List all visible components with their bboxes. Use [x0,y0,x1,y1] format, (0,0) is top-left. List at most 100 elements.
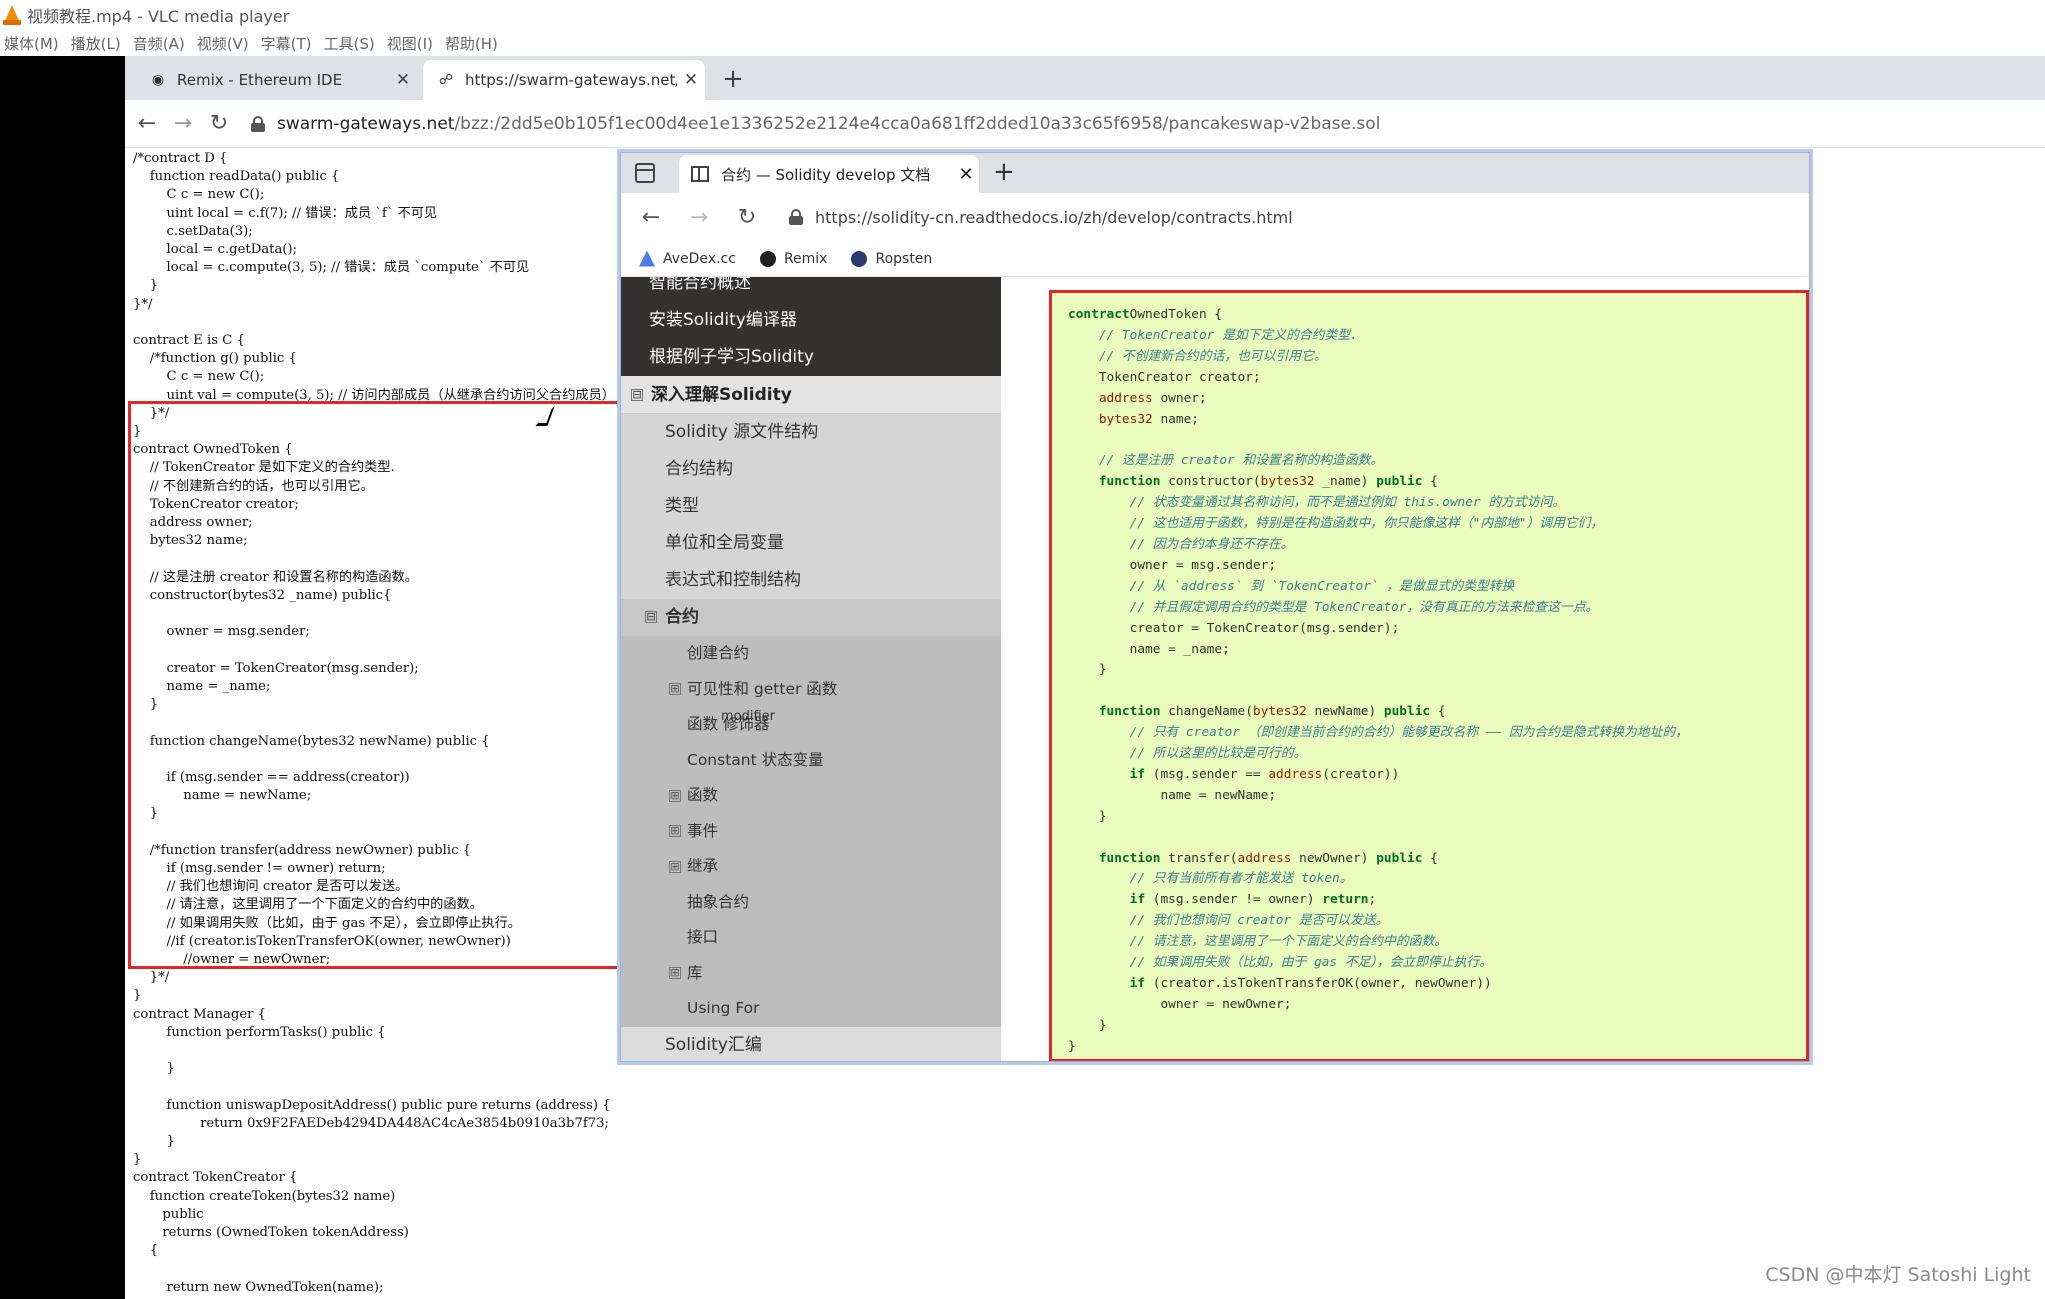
expand-icon[interactable]: ⊞ [669,789,681,802]
expand-icon[interactable]: ⊞ [669,860,681,873]
code-token: name; [1152,411,1199,427]
code-token: bytes32 [1260,474,1315,490]
nav-topic-item[interactable]: 创建合约 [621,636,1001,672]
nav-current-label: 合约 [665,607,699,627]
docs-address-bar[interactable]: https://solidity-cn.readthedocs.io/zh/de… [789,208,1293,227]
nav-topic-label: 继承 [687,857,719,875]
collapse-icon[interactable]: ⊟ [645,611,657,623]
tab-solidity-docs[interactable]: 合约 — Solidity develop 文档 ✕ [679,155,979,193]
code-token: // 如果调用失败（比如，由于 gas 不足），会立即停止执行。 [1068,955,1492,971]
url-path: /bzz:/2dd5e0b105f1ec00d4ee1e1336252e2124… [454,113,1381,134]
nav-subsection-item[interactable]: 表达式和控制结构 [621,562,1001,599]
video-letterbox [0,56,125,1299]
nav-topic-item[interactable]: 函数 修饰器 modifier [621,707,1001,743]
nav-topic-label: 函数 [687,786,719,804]
close-icon[interactable]: ✕ [953,164,979,185]
code-token: // 只有当前所有者才能发送 token。 [1068,871,1353,887]
nav-subsection-item[interactable]: 单位和全局变量 [621,525,1001,562]
code-token: (creator)) [1322,766,1400,782]
remix-icon [759,250,776,267]
nav-item-top[interactable]: 安装Solidity编译器 [621,302,1001,339]
nav-item-contracts[interactable]: ⊟ 合约 [621,599,1001,636]
code-token: // 请注意，这里调用了一个下面定义的合约中的函数。 [1068,934,1448,950]
bookmark-avedex[interactable]: AveDex.cc [639,250,736,267]
code-token: // 因为合约本身还不存在。 [1068,536,1294,552]
code-token: function [1068,704,1161,720]
code-token: // 只有 creator （即创建当前合约的合约）能够更改名称 —— 因为合约… [1068,725,1688,741]
back-arrow-icon[interactable]: ← [129,106,165,142]
reload-icon[interactable]: ↻ [201,106,237,142]
nav-section-label: 深入理解Solidity [651,385,792,405]
reload-icon[interactable]: ↻ [729,199,765,235]
nav-topic-item[interactable]: ⊞ 可见性和 getter 函数 [621,672,1001,708]
new-tab-button[interactable]: + [993,157,1015,187]
nav-subsection-list: Solidity 源文件结构 合约结构 类型 单位和全局变量 表达式和控制结构 [621,414,1001,599]
tab-swarm-gateway[interactable]: ☍ https://swarm-gateways.net/b ✕ [423,60,705,100]
nav-topic-item[interactable]: ⊞ 事件 [621,814,1001,850]
code-token: name = newName; [1068,787,1277,803]
collapse-icon[interactable]: ⊟ [631,389,643,401]
vlc-menu-item[interactable]: 媒体(M) [4,33,59,54]
vlc-title-bar: 视频教程.mp4 - VLC media player [0,0,2045,30]
code-token: name = _name; [1068,641,1230,657]
nav-topic-item[interactable]: Using For [621,991,1001,1027]
code-token: (msg.sender == [1145,766,1269,782]
vlc-menu-item[interactable]: 视图(I) [387,33,433,54]
forward-arrow-icon[interactable]: → [165,106,201,142]
vlc-menu-item[interactable]: 工具(S) [324,33,375,54]
nav-topic-item[interactable]: ⊞ 函数 [621,778,1001,814]
nav-topic-label: 可见性和 getter 函数 [687,679,838,698]
highlight-box-ownedtoken [128,401,671,969]
nav-section-deep-dive[interactable]: ⊟ 深入理解Solidity [621,376,1001,414]
code-token: if [1068,766,1146,782]
nav-topic-item[interactable]: ⊞ 继承 [621,849,1001,885]
ropsten-icon [851,250,868,267]
new-tab-button[interactable]: + [717,64,749,96]
back-arrow-icon[interactable]: ← [633,199,669,235]
remix-icon: ◉ [151,72,165,88]
code-token: bytes32 [1252,704,1307,720]
code-token: owner = msg.sender; [1068,557,1277,573]
bookmarks-bar: AveDex.cc Remix Ropsten [621,241,1809,277]
nav-item-top[interactable]: 智能合约概述 [621,277,1001,302]
forward-arrow-icon[interactable]: → [681,199,717,235]
nav-topic-label: Constant 状态变量 [687,750,824,769]
browser-toolbar: ← → ↻ swarm-gateways.net/bzz:/2dd5e0b105… [125,100,2045,148]
sidebar-toggle-icon[interactable] [635,163,655,183]
nav-topic-item[interactable]: 接口 [621,920,1001,956]
expand-icon[interactable]: ⊞ [669,967,681,979]
bookmark-remix[interactable]: Remix [759,250,827,267]
nav-item-top[interactable]: 根据例子学习Solidity [621,339,1001,376]
nav-topic-item[interactable]: 抽象合约 [621,885,1001,921]
nav-topic-annotation: modifier [721,709,776,724]
code-token: public [1376,850,1423,866]
nav-subsection-item[interactable]: 合约结构 [621,451,1001,488]
vlc-cone-icon [3,5,21,25]
vlc-menu-item[interactable]: 帮助(H) [445,33,498,54]
nav-topic-label: 库 [687,963,703,982]
solidity-docs-window: 合约 — Solidity develop 文档 ✕ + ← → ↻ https… [620,152,1810,1062]
bookmark-label: Ropsten [875,250,933,267]
nav-subsection-item[interactable]: Solidity 源文件结构 [621,414,1001,451]
vlc-menu-item[interactable]: 播放(L) [71,33,121,54]
vlc-menu-item[interactable]: 视频(V) [197,33,249,54]
nav-subsection-item[interactable]: 类型 [621,488,1001,525]
code-token: address [1268,766,1323,782]
lock-icon [789,209,803,225]
docs-tab-bar: 合约 — Solidity develop 文档 ✕ + [621,153,1809,193]
vlc-menu-item[interactable]: 音频(A) [133,33,185,54]
nav-item-assembly[interactable]: Solidity汇编 [621,1027,1001,1062]
address-bar[interactable]: swarm-gateways.net/bzz:/2dd5e0b105f1ec00… [251,106,2045,142]
close-icon[interactable]: ✕ [677,70,705,90]
vlc-menu-item[interactable]: 字幕(T) [261,33,312,54]
expand-icon[interactable]: ⊞ [669,825,681,837]
nav-topic-item[interactable]: Constant 状态变量 [621,743,1001,779]
nav-topic-item[interactable]: ⊞ 库 [621,956,1001,992]
expand-icon[interactable]: ⊞ [669,683,681,695]
bookmark-ropsten[interactable]: Ropsten [851,250,933,267]
code-token: // 不创建新合约的话，也可以引用它。 [1068,348,1327,364]
code-token: owner; [1152,390,1207,406]
tab-label: 合约 — Solidity develop 文档 [721,165,931,184]
close-icon[interactable]: ✕ [389,70,417,90]
tab-remix[interactable]: ◉ Remix - Ethereum IDE ✕ [135,60,417,100]
